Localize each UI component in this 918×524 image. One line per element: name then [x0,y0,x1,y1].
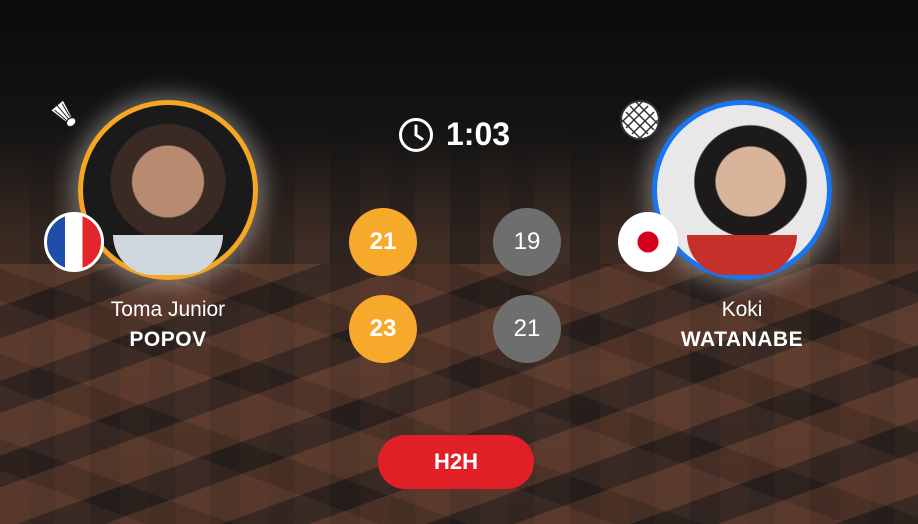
racket-icon [620,100,660,140]
france-flag-icon [44,212,104,272]
game1-right-score: 19 [493,208,561,276]
match-duration: 1:03 [398,116,510,153]
duration-text: 1:03 [446,116,511,152]
player-left-first-name: Toma Junior [110,298,226,321]
player-right-photo [687,235,797,275]
game2-right-score: 21 [493,295,561,363]
japan-flag-icon [618,212,678,272]
clock-icon [399,117,433,152]
player-right: Koki WATANABE [618,100,862,352]
player-left-photo [113,235,223,275]
player-right-first-name: Koki [721,298,763,321]
player-left: Toma Junior POPOV [44,99,288,352]
player-left-last-name: POPOV [129,328,207,351]
player-left-avatar[interactable] [78,100,258,280]
game2-left-score: 23 [349,295,417,363]
shuttlecock-icon [50,99,77,128]
player-right-last-name: WATANABE [680,328,804,351]
game1-left-score: 21 [349,208,417,276]
h2h-button[interactable]: H2H [378,435,534,489]
player-right-avatar[interactable] [652,100,832,280]
